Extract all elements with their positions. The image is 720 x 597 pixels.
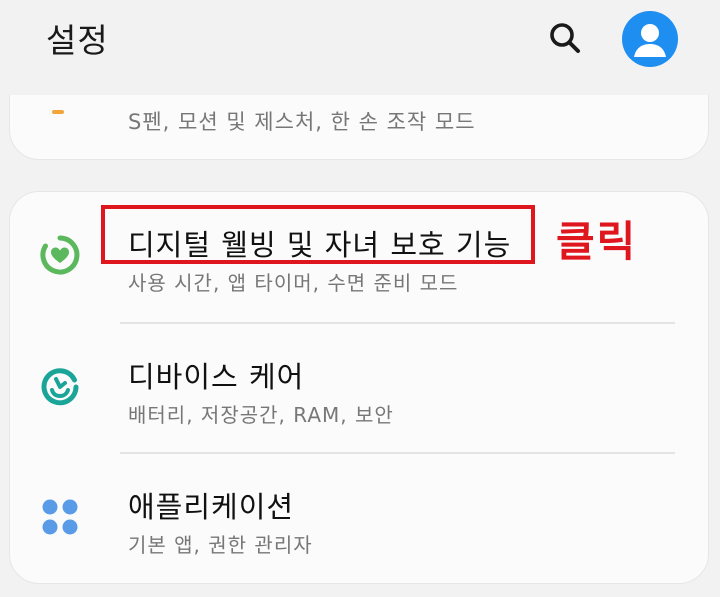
device-care-icon — [41, 368, 79, 406]
account-button[interactable] — [622, 11, 678, 67]
item-subtitle: 사용 시간, 앱 타이머, 수면 준비 모드 — [128, 271, 459, 295]
person-icon — [634, 24, 666, 57]
click-annotation: 클릭 — [556, 217, 638, 266]
apps-icon — [42, 499, 78, 535]
advanced-features-icon — [52, 110, 64, 114]
app-header: 설정 — [0, 0, 720, 95]
digital-wellbeing-icon — [40, 235, 80, 275]
item-title: 애플리케이션 — [128, 490, 295, 524]
click-highlight-box — [101, 205, 535, 264]
settings-item-apps[interactable]: 애플리케이션 기본 앱, 권한 관리자 — [9, 454, 707, 582]
settings-item-device-care[interactable]: 디바이스 케어 배터리, 저장공간, RAM, 보안 — [9, 324, 707, 452]
advanced-features-subtitle: S펜, 모션 및 제스처, 한 손 조작 모드 — [128, 110, 476, 134]
page-title: 설정 — [46, 21, 109, 60]
search-button[interactable] — [543, 16, 587, 60]
item-subtitle: 기본 앱, 권한 관리자 — [128, 533, 313, 557]
item-title: 디바이스 케어 — [128, 360, 305, 394]
item-subtitle: 배터리, 저장공간, RAM, 보안 — [128, 403, 394, 427]
search-icon — [550, 23, 580, 53]
